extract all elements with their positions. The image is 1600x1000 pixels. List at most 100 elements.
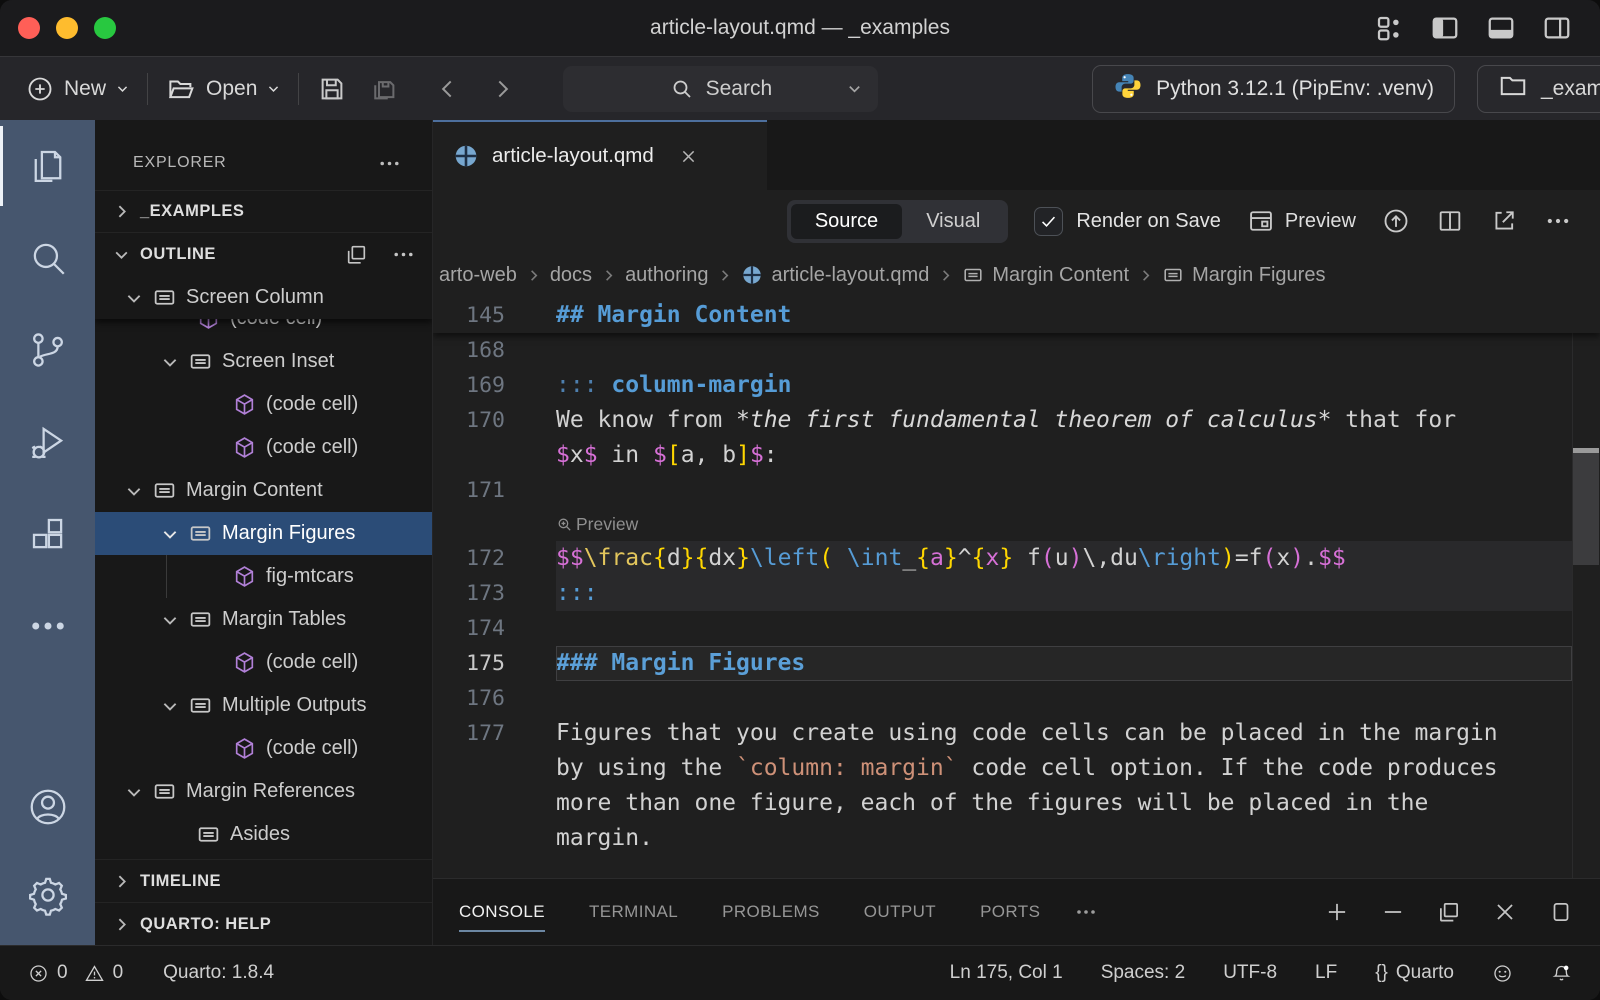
interpreter-selector[interactable]: Python 3.12.1 (PipEnv: .venv) <box>1092 65 1455 113</box>
activity-extensions[interactable] <box>0 488 95 580</box>
breadcrumb-item-article-layout-qmd[interactable]: article-layout.qmd <box>741 264 929 287</box>
sidebar-section-examples[interactable]: _EXAMPLES <box>95 190 432 233</box>
outline-item-code-cell[interactable]: (code cell) <box>95 727 432 770</box>
activity-run-debug[interactable] <box>0 396 95 488</box>
source-mode-button[interactable]: Source <box>791 204 902 239</box>
panel-layout-icon[interactable] <box>1548 899 1574 925</box>
activity-source-control[interactable] <box>0 304 95 396</box>
new-button[interactable]: New <box>26 75 129 103</box>
toggle-secondary-sidebar-icon[interactable] <box>1542 13 1572 43</box>
code-line-wrap[interactable]: $x$ in $[a, b]$: <box>433 438 1600 473</box>
render-on-save-checkbox[interactable] <box>1034 207 1063 236</box>
outline-item-margin-figures[interactable]: Margin Figures <box>95 512 432 555</box>
breadcrumb-item-arto-web[interactable]: arto-web <box>439 264 517 287</box>
encoding-status[interactable]: UTF-8 <box>1223 962 1277 984</box>
minimize-panel-icon[interactable] <box>1380 899 1406 925</box>
activity-explorer[interactable] <box>0 120 95 212</box>
outline-item-fig-mtcars[interactable]: fig-mtcars <box>95 555 432 598</box>
chevron-down-icon[interactable] <box>161 611 179 629</box>
code-line-176[interactable]: 176 <box>433 681 1600 716</box>
customize-layout-icon[interactable] <box>1374 13 1404 43</box>
outline-item-code-cell[interactable]: (code cell) <box>95 426 432 469</box>
panel-tab-terminal[interactable]: TERMINAL <box>589 896 678 928</box>
problems-status[interactable]: 0 0 <box>28 962 123 984</box>
chevron-down-icon[interactable] <box>847 81 862 96</box>
save-all-icon[interactable] <box>369 74 399 104</box>
outline-item-code-cell[interactable]: (code cell) <box>95 319 432 340</box>
code-line-171[interactable]: 171 <box>433 473 1600 508</box>
workspace-selector[interactable]: _examples <box>1477 65 1600 113</box>
outline-item-code-cell[interactable]: (code cell) <box>95 383 432 426</box>
chevron-down-icon[interactable] <box>161 697 179 715</box>
outline-item-screen-inset[interactable]: Screen Inset <box>95 340 432 383</box>
code-line-175[interactable]: 175### Margin Figures <box>433 646 1600 681</box>
chevron-down-icon[interactable] <box>161 525 179 543</box>
breadcrumb-item-margin-figures[interactable]: Margin Figures <box>1162 264 1325 287</box>
toggle-sidebar-icon[interactable] <box>1430 13 1460 43</box>
outline-item-multiple-outputs[interactable]: Multiple Outputs <box>95 684 432 727</box>
quarto-version-status[interactable]: Quarto: 1.8.4 <box>163 962 274 984</box>
panel-more-icon[interactable] <box>1074 900 1098 924</box>
activity-search[interactable] <box>0 212 95 304</box>
cursor-position-status[interactable]: Ln 175, Col 1 <box>950 962 1063 984</box>
preview-lens-button[interactable]: Preview <box>556 508 638 541</box>
chevron-down-icon[interactable] <box>125 482 143 500</box>
toggle-panel-icon[interactable] <box>1486 13 1516 43</box>
outline-item-margin-references[interactable]: Margin References <box>95 770 432 813</box>
close-icon[interactable] <box>679 147 698 166</box>
activity-settings[interactable] <box>0 853 95 945</box>
code-line-wrap[interactable]: more than one figure, each of the figure… <box>433 786 1600 821</box>
back-icon[interactable] <box>435 76 461 102</box>
language-mode-status[interactable]: {}Quarto <box>1375 962 1454 984</box>
breadcrumb-item-margin-content[interactable]: Margin Content <box>962 264 1129 287</box>
preview-button[interactable]: Preview <box>1247 207 1356 235</box>
chevron-down-icon[interactable] <box>125 289 143 307</box>
code-line-wrap[interactable]: by using the `column: margin` code cell … <box>433 751 1600 786</box>
outline-item-screen-column[interactable]: Screen Column <box>95 276 432 319</box>
code-line-169[interactable]: 169::: column-margin <box>433 368 1600 403</box>
feedback-smiley-icon[interactable] <box>1492 963 1513 984</box>
outline-item-margin-content[interactable]: Margin Content <box>95 469 432 512</box>
code-line-170[interactable]: 170We know from *the first fundamental t… <box>433 403 1600 438</box>
open-button[interactable]: Open <box>166 74 280 104</box>
chevron-down-icon[interactable] <box>125 783 143 801</box>
restore-panel-icon[interactable] <box>1436 899 1462 925</box>
eol-status[interactable]: LF <box>1315 962 1337 984</box>
chevron-down-icon[interactable] <box>161 353 179 371</box>
forward-icon[interactable] <box>489 76 515 102</box>
panel-tab-ports[interactable]: PORTS <box>980 896 1040 928</box>
open-external-icon[interactable] <box>1490 207 1518 235</box>
code-line-174[interactable]: 174 <box>433 611 1600 646</box>
outline-item-asides[interactable]: Asides <box>95 813 432 856</box>
math-preview-lens-row[interactable]: Preview <box>433 508 1600 541</box>
code-line-145[interactable]: 145## Margin Content <box>433 298 1600 333</box>
visual-mode-button[interactable]: Visual <box>902 204 1004 239</box>
indentation-status[interactable]: Spaces: 2 <box>1101 962 1186 984</box>
activity-account[interactable] <box>0 761 95 853</box>
panel-tab-output[interactable]: OUTPUT <box>864 896 936 928</box>
save-icon[interactable] <box>317 74 347 104</box>
new-console-icon[interactable] <box>1324 899 1350 925</box>
breadcrumb-item-docs[interactable]: docs <box>550 264 592 287</box>
scrollbar-thumb[interactable] <box>1573 450 1599 565</box>
split-editor-icon[interactable] <box>1436 207 1464 235</box>
code-line-177[interactable]: 177Figures that you create using code ce… <box>433 716 1600 751</box>
breadcrumb-item-authoring[interactable]: authoring <box>625 264 708 287</box>
outline-item-code-cell[interactable]: (code cell) <box>95 641 432 684</box>
explorer-more-icon[interactable] <box>377 151 402 176</box>
sidebar-section-timeline[interactable]: TIMELINE <box>95 859 432 902</box>
close-panel-icon[interactable] <box>1492 899 1518 925</box>
code-line-wrap[interactable]: margin. <box>433 821 1600 856</box>
code-editor[interactable]: 145## Margin Content168169::: column-mar… <box>433 298 1600 878</box>
tab-article-layout[interactable]: article-layout.qmd <box>433 120 767 190</box>
scrollbar-track[interactable] <box>1572 298 1600 878</box>
panel-tab-console[interactable]: CONSOLE <box>459 896 545 928</box>
sidebar-section-outline[interactable]: OUTLINE <box>95 233 432 276</box>
editor-more-icon[interactable] <box>1544 207 1572 235</box>
code-line-172[interactable]: 172$$\frac{d}{dx}\left( \int_{a}^{x} f(u… <box>433 541 1600 576</box>
code-line-173[interactable]: 173::: <box>433 576 1600 611</box>
search-input[interactable]: Search <box>563 66 878 112</box>
outline-item-margin-tables[interactable]: Margin Tables <box>95 598 432 641</box>
activity-more[interactable] <box>0 580 95 672</box>
notifications-bell-icon[interactable] <box>1551 963 1572 984</box>
